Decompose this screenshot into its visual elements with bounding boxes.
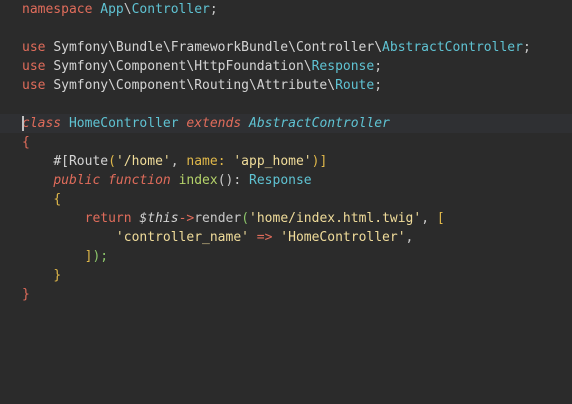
keyword-function: function	[108, 173, 171, 188]
code-line-method-close[interactable]: }	[22, 266, 61, 285]
text-cursor	[22, 116, 24, 131]
attribute-open: #[	[53, 154, 69, 169]
semicolon: ;	[209, 2, 218, 17]
semicolon: ;	[374, 78, 383, 93]
code-line-return[interactable]: return $this->render('home/index.html.tw…	[22, 209, 445, 228]
render-close: );	[92, 249, 109, 264]
attribute-paren: (	[108, 154, 116, 169]
keyword-class: class	[22, 116, 62, 131]
this-variable: $this	[139, 211, 179, 226]
keyword-public: public	[53, 173, 101, 188]
array-comma: ,	[405, 230, 414, 245]
template-string: 'home/index.html.twig'	[249, 211, 422, 226]
code-line-route-attribute[interactable]: #[Route('/home', name: 'app_home')]	[22, 152, 327, 171]
class-name: HomeController	[68, 116, 179, 131]
code-line-namespace[interactable]: namespace App\Controller;	[22, 0, 218, 19]
array-value: 'HomeController'	[280, 230, 406, 245]
method-name: index	[178, 173, 218, 188]
use-class: Route	[335, 78, 375, 93]
method-parens: ():	[217, 173, 250, 188]
keyword-use: use	[22, 59, 46, 74]
array-key: 'controller_name'	[115, 230, 249, 245]
attribute-arg-name: name:	[186, 154, 226, 169]
attribute-close: )]	[311, 154, 328, 169]
use-class: Response	[311, 59, 375, 74]
use-path: Symfony\Bundle\FrameworkBundle\Controlle…	[53, 40, 383, 55]
semicolon: ;	[522, 40, 531, 55]
semicolon: ;	[374, 59, 383, 74]
object-arrow: ->	[178, 211, 195, 226]
keyword-extends: extends	[186, 116, 242, 131]
attribute-name: Route	[68, 154, 109, 169]
parent-class: AbstractController	[249, 116, 390, 131]
method-open-brace: {	[53, 192, 62, 207]
code-line-array-close[interactable]: ]);	[22, 247, 108, 266]
return-type: Response	[249, 173, 312, 188]
array-open: [	[436, 211, 445, 226]
use-path: Symfony\Component\Routing\Attribute\	[53, 78, 336, 93]
keyword-use: use	[22, 78, 46, 93]
render-comma: ,	[421, 211, 437, 226]
namespace-app: App	[100, 2, 124, 17]
render-call: render	[194, 211, 242, 226]
attribute-path: '/home'	[115, 154, 171, 169]
use-class: AbstractController	[382, 40, 523, 55]
code-line-method-signature[interactable]: public function index(): Response	[22, 171, 312, 190]
render-paren: (	[241, 211, 250, 226]
code-editor[interactable]: namespace App\Controller; use Symfony\Bu…	[0, 0, 572, 404]
namespace-controller: Controller	[131, 2, 210, 17]
keyword-namespace: namespace	[22, 2, 93, 17]
code-line-array-entry[interactable]: 'controller_name' => 'HomeController',	[22, 228, 413, 247]
code-line-use-response[interactable]: use Symfony\Component\HttpFoundation\Res…	[22, 57, 382, 76]
code-line-class-declaration[interactable]: class HomeController extends AbstractCon…	[22, 114, 390, 133]
keyword-return: return	[84, 211, 132, 226]
attribute-comma: ,	[170, 154, 187, 169]
attribute-value: 'app_home'	[233, 154, 312, 169]
code-line-use-abstract-controller[interactable]: use Symfony\Bundle\FrameworkBundle\Contr…	[22, 38, 531, 57]
class-close-brace: }	[22, 287, 30, 302]
method-close-brace: }	[53, 268, 62, 283]
code-line-class-close[interactable]: }	[22, 285, 30, 304]
namespace-separator: \	[123, 2, 132, 17]
use-path: Symfony\Component\HttpFoundation\	[53, 59, 312, 74]
keyword-use: use	[22, 40, 46, 55]
code-line-method-open[interactable]: {	[22, 190, 61, 209]
open-brace: {	[22, 135, 30, 150]
fat-arrow: =>	[248, 230, 281, 245]
code-line-class-open[interactable]: {	[22, 133, 30, 152]
code-line-use-route[interactable]: use Symfony\Component\Routing\Attribute\…	[22, 76, 382, 95]
